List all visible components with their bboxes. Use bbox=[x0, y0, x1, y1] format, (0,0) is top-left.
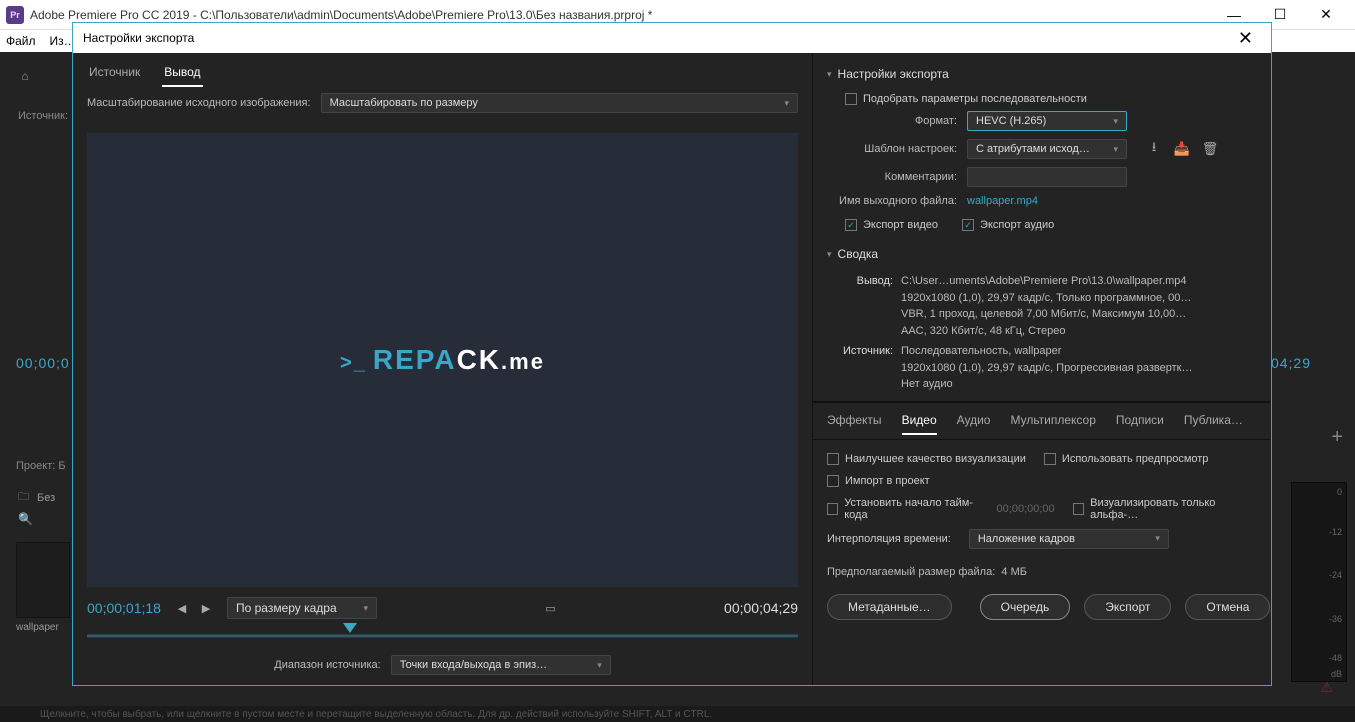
twirl-down-icon: ▾ bbox=[827, 69, 832, 80]
chevron-down-icon: ▾ bbox=[587, 660, 602, 671]
warning-icon[interactable]: ⚠ bbox=[1320, 679, 1333, 696]
summary-output: Вывод:C:\User…uments\Adobe\Premiere Pro\… bbox=[827, 271, 1257, 341]
summary-source: Источник:Последовательность, wallpaper 1… bbox=[827, 341, 1257, 395]
preview-pane: Источник Вывод Масштабирование исходного… bbox=[73, 53, 813, 685]
status-text: Щелкните, чтобы выбрать, или щелкните в … bbox=[40, 709, 712, 720]
next-frame-button[interactable]: ▶ bbox=[197, 600, 215, 616]
render-options: Наилучшее качество визуализации Использо… bbox=[813, 440, 1271, 560]
dialog-close-button[interactable]: ✕ bbox=[1230, 28, 1261, 49]
tab-multiplexer[interactable]: Мультиплексор bbox=[1010, 411, 1095, 435]
fit-dropdown[interactable]: По размеру кадра▾ bbox=[227, 597, 377, 619]
source-panel-label: Источник: bbox=[18, 110, 68, 122]
close-window-button[interactable]: ✕ bbox=[1303, 1, 1349, 29]
search-icon[interactable]: 🔍 bbox=[18, 512, 33, 526]
max-render-quality-checkbox[interactable]: Наилучшее качество визуализации bbox=[827, 451, 1026, 467]
format-dropdown[interactable]: HEVC (H.265)▾ bbox=[967, 111, 1127, 131]
out-timecode: 00;00;04;29 bbox=[724, 600, 798, 616]
render-alpha-only-checkbox[interactable]: Визуализировать только альфа-… bbox=[1073, 495, 1257, 523]
use-previews-checkbox[interactable]: Использовать предпросмотр bbox=[1044, 451, 1209, 467]
dialog-title: Настройки экспорта bbox=[83, 31, 194, 45]
queue-button[interactable]: Очередь bbox=[980, 594, 1071, 620]
scale-label: Масштабирование исходного изображения: bbox=[87, 97, 311, 109]
comments-input[interactable] bbox=[967, 167, 1127, 187]
playhead-icon[interactable] bbox=[343, 623, 357, 633]
dialog-titlebar: Настройки экспорта ✕ bbox=[73, 23, 1271, 53]
tab-audio[interactable]: Аудио bbox=[957, 411, 991, 435]
delete-preset-icon[interactable]: 🗑 bbox=[1201, 141, 1219, 157]
tab-source[interactable]: Источник bbox=[87, 61, 142, 87]
scale-dropdown[interactable]: Масштабировать по размеру▾ bbox=[321, 93, 798, 113]
export-settings-header[interactable]: ▾Настройки экспорта bbox=[827, 63, 1257, 91]
export-button[interactable]: Экспорт bbox=[1084, 594, 1171, 620]
source-range-label: Диапазон источника: bbox=[274, 659, 380, 671]
chevron-down-icon: ▾ bbox=[1103, 116, 1118, 127]
import-preset-icon[interactable]: 📥 bbox=[1173, 141, 1191, 157]
add-marker-icon[interactable]: + bbox=[1331, 426, 1343, 449]
tab-output[interactable]: Вывод bbox=[162, 61, 202, 87]
preset-label: Шаблон настроек: bbox=[827, 143, 957, 155]
bg-timecode-left: 00;00;0 bbox=[16, 355, 70, 371]
format-label: Формат: bbox=[827, 115, 957, 127]
clip-label: wallpaper bbox=[16, 622, 59, 633]
timeline-scrubber[interactable] bbox=[87, 623, 798, 649]
chevron-down-icon: ▾ bbox=[774, 98, 789, 109]
clip-thumb[interactable] bbox=[16, 542, 70, 618]
bin-row[interactable]: 🗀Без bbox=[18, 488, 55, 507]
summary-header[interactable]: ▾Сводка bbox=[827, 239, 1257, 271]
prev-frame-button[interactable]: ◀ bbox=[173, 600, 191, 616]
status-bar: Щелкните, чтобы выбрать, или щелкните в … bbox=[0, 706, 1355, 722]
metadata-button[interactable]: Метаданные… bbox=[827, 594, 952, 620]
folder-icon: 🗀 bbox=[18, 488, 29, 507]
home-icon[interactable]: ⌂ bbox=[10, 64, 40, 88]
tab-effects[interactable]: Эффекты bbox=[827, 411, 882, 435]
aspect-ratio-button[interactable]: ▭ bbox=[542, 600, 560, 616]
estimated-size: Предполагаемый размер файла: 4 МБ bbox=[813, 560, 1271, 584]
set-start-timecode-checkbox[interactable]: Установить начало тайм-кода00;00;00;00 bbox=[827, 495, 1055, 523]
output-name-label: Имя выходного файла: bbox=[827, 195, 957, 207]
chevron-down-icon: ▾ bbox=[1145, 533, 1160, 544]
audio-meter: 0 -12 -24 -36 -48 dB bbox=[1291, 482, 1347, 682]
video-preview: >_REPACK.me bbox=[87, 133, 798, 587]
settings-pane: ▾Настройки экспорта Подобрать параметры … bbox=[813, 53, 1271, 685]
output-name-link[interactable]: wallpaper.mp4 bbox=[967, 195, 1038, 207]
save-preset-icon[interactable]: ⭳ bbox=[1145, 141, 1163, 157]
import-into-project-checkbox[interactable]: Импорт в проект bbox=[827, 473, 930, 489]
time-interpolation-label: Интерполяция времени: bbox=[827, 533, 951, 545]
preview-content: >_REPACK.me bbox=[340, 344, 545, 376]
chevron-down-icon: ▾ bbox=[1103, 144, 1118, 155]
match-sequence-checkbox[interactable]: Подобрать параметры последовательности bbox=[827, 91, 1257, 107]
time-interpolation-dropdown[interactable]: Наложение кадров▾ bbox=[969, 529, 1169, 549]
twirl-down-icon: ▾ bbox=[827, 249, 832, 260]
in-timecode[interactable]: 00;00;01;18 bbox=[87, 600, 161, 616]
cancel-button[interactable]: Отмена bbox=[1185, 594, 1270, 620]
preview-tabs: Источник Вывод bbox=[73, 53, 812, 87]
settings-tabs: Эффекты Видео Аудио Мультиплексор Подпис… bbox=[813, 402, 1271, 440]
export-settings-dialog: Настройки экспорта ✕ Источник Вывод Масш… bbox=[72, 22, 1272, 686]
tab-captions[interactable]: Подписи bbox=[1116, 411, 1164, 435]
tab-publish[interactable]: Публика… bbox=[1184, 411, 1243, 435]
app-logo: Pr bbox=[6, 6, 24, 24]
source-range-dropdown[interactable]: Точки входа/выхода в эпиз…▾ bbox=[391, 655, 611, 675]
window-title: Adobe Premiere Pro CC 2019 - C:\Пользова… bbox=[30, 8, 652, 22]
dialog-buttons: Метаданные… Очередь Экспорт Отмена bbox=[813, 584, 1271, 630]
export-video-checkbox[interactable]: Экспорт видео bbox=[845, 217, 938, 233]
comments-label: Комментарии: bbox=[827, 171, 957, 183]
export-audio-checkbox[interactable]: Экспорт аудио bbox=[962, 217, 1054, 233]
menu-file[interactable]: Файл bbox=[6, 34, 36, 48]
project-panel-label: Проект: Б bbox=[16, 460, 66, 472]
preset-dropdown[interactable]: С атрибутами исход…▾ bbox=[967, 139, 1127, 159]
chevron-down-icon: ▾ bbox=[353, 603, 368, 614]
tab-video[interactable]: Видео bbox=[902, 411, 937, 435]
